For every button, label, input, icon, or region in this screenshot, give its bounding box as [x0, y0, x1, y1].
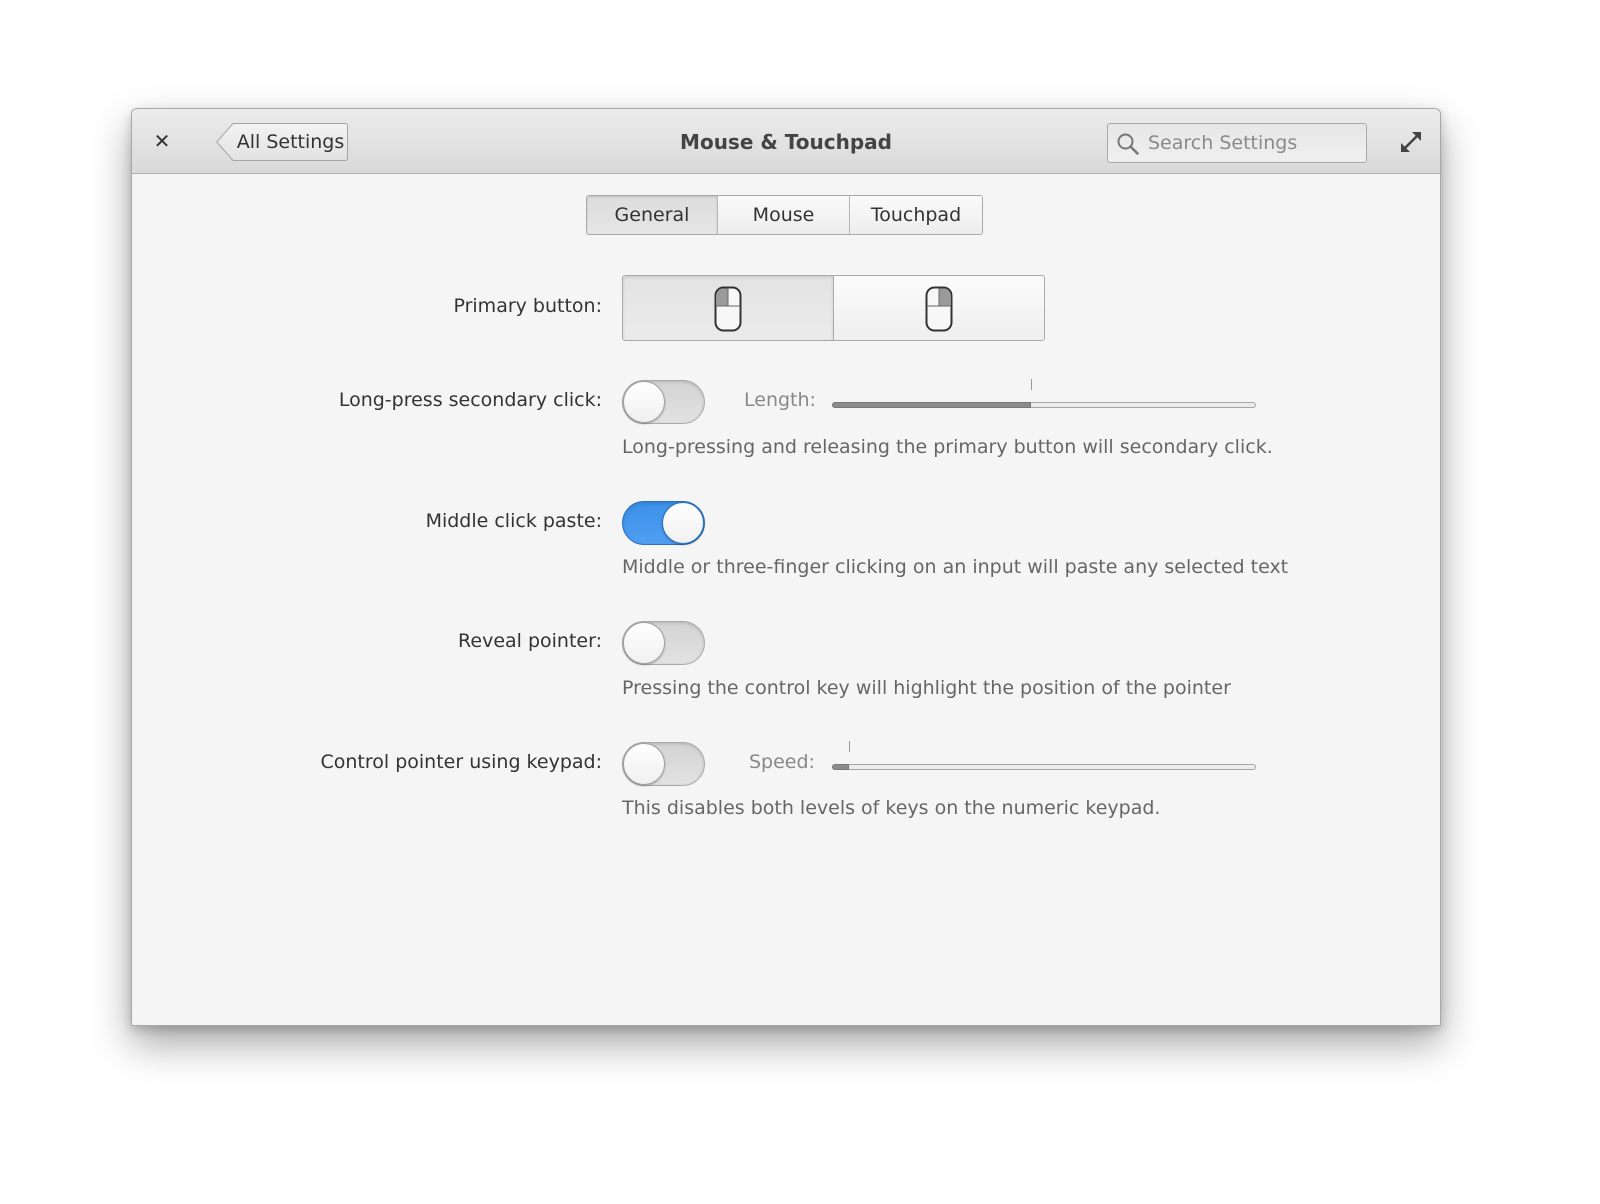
view-switcher: General Mouse Touchpad: [586, 195, 983, 235]
header-bar: ✕ All Settings Mouse & Touchpad: [132, 109, 1440, 174]
middle-click-label: Middle click paste:: [425, 510, 602, 532]
primary-button-selector: [622, 275, 1045, 341]
length-slider-label: Length:: [744, 389, 816, 411]
length-slider[interactable]: [832, 379, 1256, 415]
tab-general[interactable]: General: [587, 196, 718, 234]
long-press-switch[interactable]: [622, 380, 705, 424]
tab-mouse[interactable]: Mouse: [718, 196, 850, 234]
speed-slider-label: Speed:: [749, 751, 815, 773]
slider-fill: [832, 764, 849, 770]
right-button-mouse-icon: [925, 286, 953, 332]
maximize-icon[interactable]: [1398, 129, 1424, 155]
keypad-pointer-label: Control pointer using keypad:: [320, 751, 602, 773]
keypad-pointer-switch[interactable]: [622, 742, 705, 786]
long-press-description: Long-pressing and releasing the primary …: [622, 436, 1273, 458]
left-button-mouse-icon: [714, 286, 742, 332]
search-input[interactable]: [1148, 126, 1360, 160]
slider-trough: [832, 764, 1256, 770]
reveal-pointer-label: Reveal pointer:: [458, 630, 602, 652]
switch-knob: [623, 622, 665, 664]
primary-button-label: Primary button:: [453, 295, 602, 317]
primary-left-button[interactable]: [623, 276, 833, 340]
slider-fill: [832, 402, 1031, 408]
settings-window: ✕ All Settings Mouse & Touchpad Search S…: [131, 108, 1441, 1026]
close-icon[interactable]: ✕: [150, 129, 174, 153]
search-icon: [1117, 133, 1139, 155]
switch-knob: [662, 502, 704, 544]
reveal-pointer-description: Pressing the control key will highlight …: [622, 677, 1231, 699]
speed-slider[interactable]: [832, 741, 1256, 777]
search-settings-field[interactable]: [1107, 123, 1367, 163]
reveal-pointer-switch[interactable]: [622, 621, 705, 665]
slider-mark: [1031, 379, 1032, 390]
switch-knob: [623, 743, 665, 785]
all-settings-back-button[interactable]: All Settings: [216, 123, 348, 161]
primary-right-button[interactable]: [833, 276, 1044, 340]
middle-click-description: Middle or three-finger clicking on an in…: [622, 556, 1289, 578]
back-button-label: All Settings: [236, 131, 345, 153]
keypad-pointer-description: This disables both levels of keys on the…: [622, 797, 1161, 819]
tab-touchpad[interactable]: Touchpad: [850, 196, 982, 234]
switch-knob: [623, 381, 665, 423]
slider-mark: [849, 741, 850, 752]
long-press-label: Long-press secondary click:: [338, 389, 602, 411]
middle-click-switch[interactable]: [622, 501, 705, 545]
